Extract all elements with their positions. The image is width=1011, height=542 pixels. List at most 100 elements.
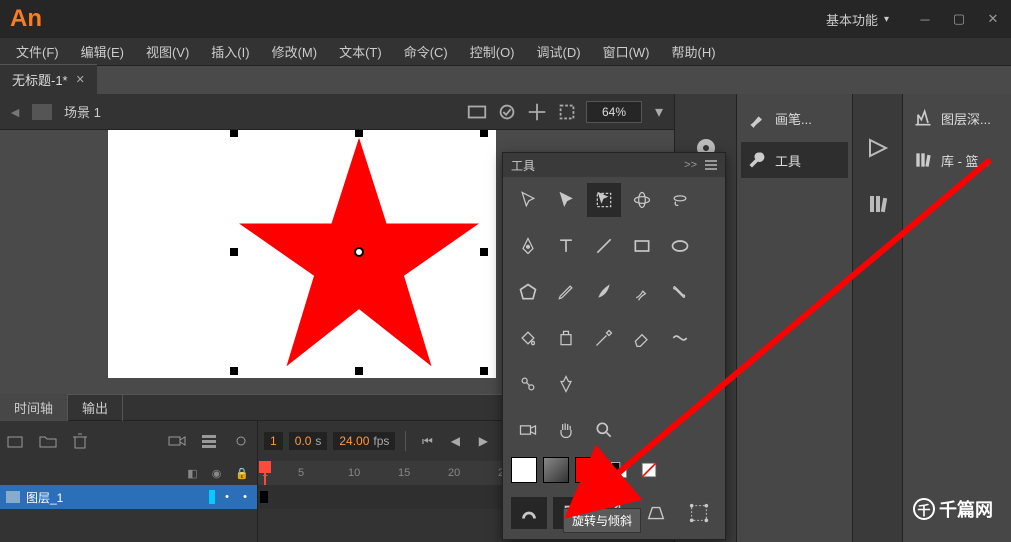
line-tool[interactable] [587,229,621,263]
menu-modify[interactable]: 修改(M) [262,38,328,65]
current-time-readout[interactable]: 0.0s [289,432,328,450]
window-minimize-button[interactable]: ─ [917,11,933,27]
selection-handle[interactable] [480,248,488,256]
rectangle-tool[interactable] [625,229,659,263]
zoom-dropdown[interactable]: ▾ [650,101,668,123]
menu-window[interactable]: 窗口(W) [593,38,660,65]
layer-visibility-toggle[interactable]: • [221,491,233,503]
library-books-icon[interactable] [860,186,896,222]
camera-tool[interactable] [511,413,545,447]
layer-row[interactable]: 图层_1 • • [0,485,257,509]
keyframe[interactable] [260,491,268,503]
pencil-tool[interactable] [549,275,583,309]
goto-first-frame-button[interactable]: ⏮ [416,430,438,452]
distort-option[interactable] [638,497,674,529]
lock-column-icon[interactable]: 🔒 [235,467,249,480]
lasso-tool[interactable] [663,183,697,217]
center-stage-icon[interactable] [526,101,548,123]
asset-warp-tool[interactable] [511,367,545,401]
document-tab[interactable]: 无标题-1* ✕ [0,64,97,94]
transform-pivot[interactable] [354,247,364,257]
pen-tool[interactable] [511,229,545,263]
ink-bottle-tool[interactable] [549,321,583,355]
library-panel-button[interactable]: 库 - 篮... [907,142,1007,178]
brush-panel-button[interactable]: 画笔... [741,100,848,136]
tools-panel-button[interactable]: 工具 [741,142,848,178]
text-tool[interactable] [549,229,583,263]
zoom-input[interactable] [586,101,642,123]
new-layer-button[interactable] [6,431,26,451]
play-button[interactable]: ▶ [472,430,494,452]
menu-control[interactable]: 控制(O) [460,38,525,65]
layer-lock-toggle[interactable]: • [239,491,251,503]
free-transform-tool[interactable] [587,183,621,217]
fill-color-swatch[interactable] [575,457,601,483]
envelope-option[interactable] [681,497,717,529]
zoom-tool[interactable] [587,413,621,447]
menu-file[interactable]: 文件(F) [6,38,69,65]
tools-panel[interactable]: 工具 >> [502,152,726,540]
current-frame-readout[interactable]: 1 [264,432,283,450]
transform-panel-button[interactable] [860,130,896,166]
new-folder-button[interactable] [38,431,58,451]
layer-outline-indicator[interactable] [209,490,215,504]
selection-handle[interactable] [230,130,238,137]
bone-tool[interactable] [663,275,697,309]
edit-scene-icon[interactable] [466,101,488,123]
tools-panel-collapse-button[interactable]: >> [684,159,697,171]
polystar-tool[interactable] [511,275,545,309]
menu-text[interactable]: 文本(T) [329,38,392,65]
selection-handle[interactable] [480,130,488,137]
window-close-button[interactable]: ✕ [985,11,1001,27]
clip-stage-icon[interactable] [556,101,578,123]
stroke-color-swatch[interactable] [511,457,537,483]
workspace-switcher[interactable]: 基本功能 [818,6,897,33]
menu-debug[interactable]: 调试(D) [527,38,591,65]
selection-handle[interactable] [230,367,238,375]
visibility-column-icon[interactable]: ◉ [212,467,222,480]
brush-tool[interactable] [587,275,621,309]
snap-to-objects-toggle[interactable] [511,497,547,529]
swap-colors-button[interactable] [543,457,569,483]
selection-handle[interactable] [230,248,238,256]
selection-tool[interactable] [511,183,545,217]
width-tool[interactable] [663,321,697,355]
selection-handle[interactable] [480,367,488,375]
tools-panel-titlebar[interactable]: 工具 >> [503,153,725,177]
document-tab-close[interactable]: ✕ [76,73,85,86]
step-back-button[interactable]: ◀ [444,430,466,452]
no-color-button[interactable] [637,458,661,482]
fps-readout[interactable]: 24.00fps [333,432,395,450]
camera-button[interactable] [167,431,187,451]
eraser-tool[interactable] [625,321,659,355]
subselection-tool[interactable] [549,183,583,217]
menu-view[interactable]: 视图(V) [136,38,199,65]
scene-back-button[interactable]: ◄ [6,103,24,121]
tab-timeline[interactable]: 时间轴 [0,394,68,421]
eyedropper-tool[interactable] [587,321,621,355]
symbol-icon[interactable] [496,101,518,123]
menu-help[interactable]: 帮助(H) [662,38,726,65]
oval-tool[interactable] [663,229,697,263]
selection-handle[interactable] [355,130,363,137]
selection-box[interactable] [234,133,484,371]
link-layers-button[interactable] [231,431,251,451]
selection-handle[interactable] [355,367,363,375]
layer-view-button[interactable] [199,431,219,451]
black-white-swatch-button[interactable] [607,458,631,482]
window-maximize-button[interactable]: ▢ [951,11,967,27]
layer-name[interactable]: 图层_1 [26,489,203,506]
tab-output[interactable]: 输出 [68,394,123,421]
playhead[interactable] [264,461,266,485]
hand-tool[interactable] [549,413,583,447]
paint-bucket-tool[interactable] [511,321,545,355]
outline-column-icon[interactable]: ◧ [187,467,197,480]
layer-depth-panel-button[interactable]: 图层深... [907,100,1007,136]
menu-edit[interactable]: 编辑(E) [71,38,134,65]
tools-panel-menu-icon[interactable] [705,160,717,170]
pin-tool[interactable] [549,367,583,401]
3d-rotation-tool[interactable] [625,183,659,217]
scene-name[interactable]: 场景 1 [64,102,101,121]
delete-layer-button[interactable] [70,431,90,451]
menu-insert[interactable]: 插入(I) [201,38,259,65]
